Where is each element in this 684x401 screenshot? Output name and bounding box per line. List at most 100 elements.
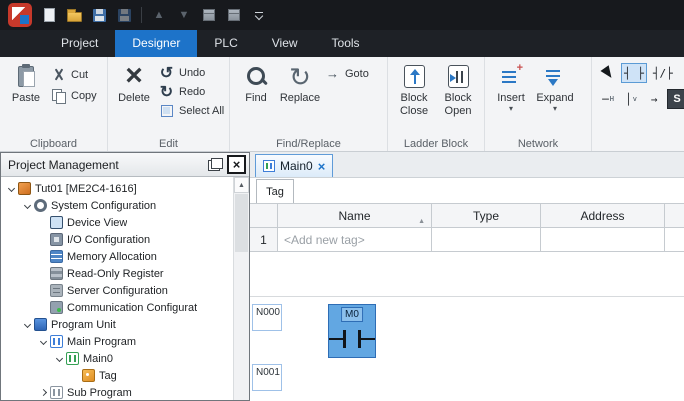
sort-ascending-icon: [418, 212, 425, 226]
app-logo-icon[interactable]: [8, 3, 32, 27]
tree-item-system-configuration[interactable]: System Configuration: [1, 197, 233, 214]
editor-area: Main0 × Tag Name Type Address: [250, 152, 684, 401]
doc-tab-main0[interactable]: Main0 ×: [255, 154, 333, 177]
delete-label: Delete: [118, 92, 150, 105]
find-icon: [245, 65, 268, 88]
tab-view[interactable]: View: [255, 30, 315, 57]
save-button-quick[interactable]: [91, 6, 107, 24]
tag-name-cell[interactable]: <Add new tag>: [278, 228, 432, 252]
toolbar-overflow-button[interactable]: [251, 6, 267, 24]
tree-item-label: Tag: [99, 370, 117, 382]
upload-from-plc-button[interactable]: [226, 6, 242, 24]
replace-button[interactable]: Replace: [278, 60, 322, 108]
undo-button[interactable]: Undo: [159, 65, 224, 80]
tree-item-main0[interactable]: Main0: [1, 350, 233, 367]
address-column-header[interactable]: Address: [541, 204, 665, 228]
find-button[interactable]: Find: [234, 60, 278, 108]
tree-item-main-program[interactable]: Main Program: [1, 333, 233, 350]
chevron-down-icon[interactable]: [21, 322, 33, 327]
network-label-n000[interactable]: N000: [252, 304, 282, 331]
table-row: 1 <Add new tag>: [250, 228, 684, 252]
insert-network-button[interactable]: Insert: [489, 60, 533, 113]
chevron-down-icon[interactable]: [53, 356, 65, 361]
contact-no-tool-button[interactable]: ┤ ├: [621, 63, 647, 83]
tree-item-io-configuration[interactable]: I/O Configuration: [1, 231, 233, 248]
tree-item-device-view[interactable]: Device View: [1, 214, 233, 231]
copy-button[interactable]: Copy: [51, 88, 97, 103]
tag-table: Name Type Address 1 <Add new tag>: [250, 203, 684, 252]
vertical-line-tool-button[interactable]: │v: [621, 89, 641, 109]
block-close-icon: [404, 65, 425, 88]
tree-item-tut01[interactable]: Tut01 [ME2C4-1616]: [1, 180, 233, 197]
chevron-down-icon: [509, 107, 513, 110]
chevron-down-icon[interactable]: [37, 339, 49, 344]
pointer-tool-button[interactable]: [598, 63, 618, 83]
tab-project[interactable]: Project: [44, 30, 115, 57]
download-to-plc-button[interactable]: [201, 6, 217, 24]
scroll-up-button[interactable]: [234, 177, 249, 193]
ladder-editor[interactable]: N000 M0 N001: [250, 296, 684, 401]
contact-bar-right: [358, 330, 361, 348]
insert-network-icon: [501, 67, 521, 87]
new-file-icon: [44, 8, 55, 22]
project-tree: Tut01 [ME2C4-1616] System Configuration …: [1, 177, 233, 400]
tree-item-program-unit[interactable]: Program Unit: [1, 316, 233, 333]
open-project-button[interactable]: [66, 6, 82, 24]
tree-item-sub-program[interactable]: Sub Program: [1, 384, 233, 400]
chevron-right-icon[interactable]: [37, 390, 49, 395]
tag-view-tab[interactable]: Tag: [256, 179, 294, 204]
extra-column-header[interactable]: [665, 204, 684, 228]
add-new-tag-placeholder: <Add new tag>: [284, 233, 365, 247]
tab-tools[interactable]: Tools: [315, 30, 377, 57]
branch-down-tool-button[interactable]: ┬: [679, 63, 684, 83]
ladder-contact-selected[interactable]: M0: [328, 304, 376, 358]
tab-designer[interactable]: Designer: [115, 30, 197, 57]
tree-scrollbar[interactable]: [233, 177, 249, 400]
extra-cell[interactable]: [665, 228, 684, 252]
type-column-header[interactable]: Type: [432, 204, 541, 228]
save-all-button[interactable]: [116, 6, 132, 24]
delete-button[interactable]: Delete: [112, 60, 156, 108]
ladder-document-icon: [263, 160, 275, 172]
arrow-tool-button[interactable]: →: [644, 89, 664, 109]
tab-plc[interactable]: PLC: [197, 30, 254, 57]
tree-item-read-only-register[interactable]: Read-Only Register: [1, 265, 233, 282]
redo-button[interactable]: Redo: [159, 84, 224, 99]
rung-line-left: [329, 338, 344, 340]
cut-button[interactable]: Cut: [51, 67, 97, 82]
row-number-cell[interactable]: 1: [250, 228, 278, 252]
move-down-button[interactable]: [176, 6, 192, 24]
block-open-button[interactable]: Block Open: [436, 60, 480, 120]
tag-address-cell[interactable]: [541, 228, 665, 252]
chip-icon: [50, 233, 63, 246]
close-panel-button[interactable]: ×: [227, 155, 246, 174]
tree-item-tag[interactable]: Tag: [1, 367, 233, 384]
new-file-button[interactable]: [41, 6, 57, 24]
block-close-button[interactable]: Block Close: [392, 60, 436, 120]
tree-item-label: Program Unit: [51, 319, 116, 331]
tree-item-memory-allocation[interactable]: Memory Allocation: [1, 248, 233, 265]
contact-operand-label: M0: [341, 307, 363, 322]
horizontal-line-tool-button[interactable]: ─H: [598, 89, 618, 109]
block-open-label: Block Open: [438, 92, 478, 117]
chevron-down-icon[interactable]: [21, 203, 33, 208]
network-label-n001[interactable]: N001: [252, 364, 282, 391]
name-column-header[interactable]: Name: [278, 204, 432, 228]
float-window-button[interactable]: [208, 158, 223, 171]
contact-nc-tool-button[interactable]: ┤/├: [650, 63, 676, 83]
tag-type-cell[interactable]: [432, 228, 541, 252]
tree-item-server-configuration[interactable]: Server Configuration: [1, 282, 233, 299]
goto-button[interactable]: Goto: [325, 66, 369, 81]
chevron-down-icon: [553, 107, 557, 110]
paste-button[interactable]: Paste: [4, 60, 48, 108]
expand-network-button[interactable]: Expand: [533, 60, 577, 113]
tree-item-communication-configuration[interactable]: Communication Configurat: [1, 299, 233, 316]
close-tab-icon[interactable]: ×: [318, 160, 326, 173]
chevron-down-icon[interactable]: [5, 186, 17, 191]
row-number-header[interactable]: [250, 204, 278, 228]
move-up-button[interactable]: [151, 6, 167, 24]
set-coil-tool-button[interactable]: S: [667, 89, 684, 109]
scrollbar-thumb[interactable]: [235, 194, 248, 252]
select-all-button[interactable]: Select All: [159, 103, 224, 118]
panel-title: Project Management: [8, 158, 204, 172]
